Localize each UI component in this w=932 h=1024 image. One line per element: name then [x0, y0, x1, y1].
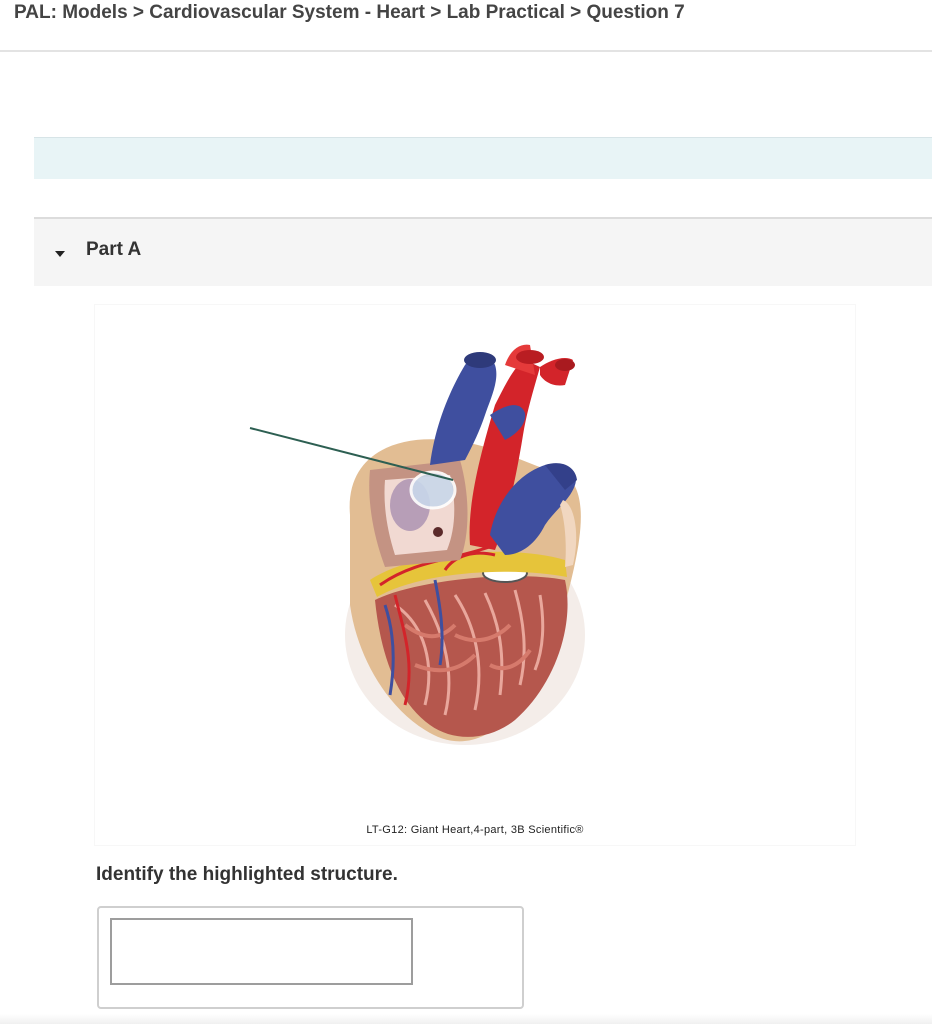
- header-divider: [0, 50, 932, 52]
- answer-input[interactable]: [110, 918, 413, 985]
- figure-caption: LT-G12: Giant Heart,4-part, 3B Scientifi…: [366, 824, 584, 836]
- page-bottom-edge: [0, 1014, 932, 1024]
- answer-container: [97, 906, 524, 1009]
- figure-panel: LT-G12: Giant Heart,4-part, 3B Scientifi…: [95, 305, 855, 845]
- heart-model-image: [249, 344, 585, 745]
- question-prompt: Identify the highlighted structure.: [96, 864, 398, 885]
- part-label[interactable]: Part A: [86, 239, 141, 261]
- caret-down-icon[interactable]: [55, 251, 65, 257]
- part-a-header[interactable]: Part A: [34, 217, 932, 286]
- breadcrumb: PAL: Models > Cardiovascular System - He…: [14, 2, 685, 23]
- info-banner: [34, 137, 932, 179]
